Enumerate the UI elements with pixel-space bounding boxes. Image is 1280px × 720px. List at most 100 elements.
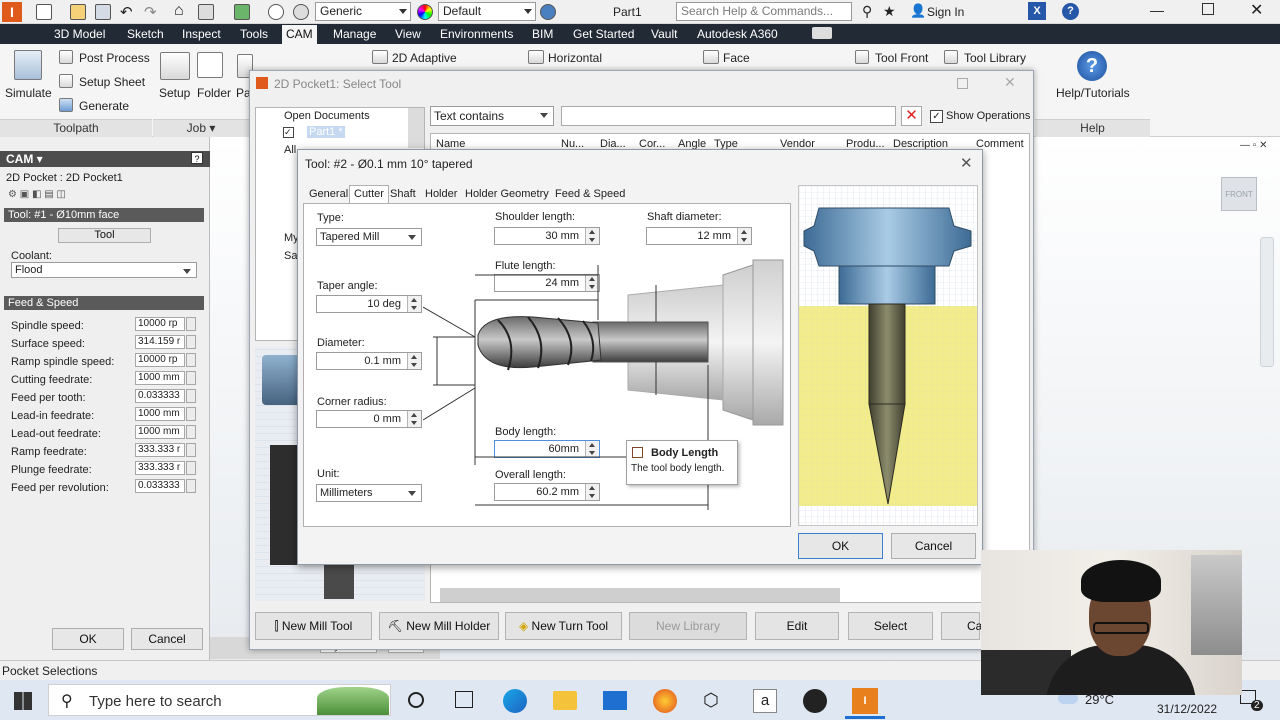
ramp-feedrate-spinner[interactable]	[186, 443, 196, 457]
surface-speed-spinner[interactable]	[186, 335, 196, 349]
open-file-icon[interactable]	[70, 4, 86, 20]
recorder-icon[interactable]	[803, 689, 827, 713]
redo-icon[interactable]: ↷	[144, 3, 157, 21]
inventor-icon[interactable]: I	[852, 688, 878, 714]
taper-angle-spinner[interactable]	[407, 296, 421, 312]
app-logo-icon[interactable]: I	[2, 2, 22, 22]
folder-button[interactable]: Folder	[197, 86, 231, 100]
taskbar-date[interactable]: 31/12/2022	[1157, 702, 1217, 716]
plunge-feedrate-field[interactable]: 333.333 r	[135, 461, 185, 475]
outer-cancel-button[interactable]: Ca	[941, 612, 982, 640]
appearance-combo[interactable]: Generic	[315, 2, 411, 21]
horizontal-scrollbar[interactable]	[440, 588, 840, 602]
new-mill-tool-button[interactable]: ⫿ New Mill Tool	[255, 612, 372, 640]
tab-cutter[interactable]: Cutter	[349, 185, 389, 204]
help-tutorials-button[interactable]: Help/Tutorials	[1056, 86, 1130, 100]
taskbar-search[interactable]: ⚲ Type here to search	[48, 684, 391, 716]
star-icon[interactable]: ★	[883, 3, 896, 20]
tab-feed-speed[interactable]: Feed & Speed	[555, 187, 625, 203]
file-explorer-icon[interactable]	[553, 691, 577, 710]
ramp-feedrate-field[interactable]: 333.333 r	[135, 443, 185, 457]
tab-general[interactable]: General	[309, 187, 348, 203]
edit-button[interactable]: Edit	[755, 612, 839, 640]
globe-icon[interactable]	[293, 4, 309, 20]
ok-button[interactable]: OK	[52, 628, 124, 650]
cutting-feedrate-field[interactable]: 1000 mm	[135, 371, 185, 385]
close-button[interactable]: ✕	[1250, 0, 1263, 20]
cutting-feedrate-spinner[interactable]	[186, 371, 196, 385]
undo-icon[interactable]: ↶	[120, 3, 133, 21]
restore-button[interactable]	[1202, 3, 1214, 15]
tab-bim[interactable]: BIM	[532, 26, 553, 42]
lead-out-spinner[interactable]	[186, 425, 196, 439]
widgets-icon[interactable]	[455, 691, 473, 708]
color-wheel-icon[interactable]	[417, 4, 433, 20]
windows-start-icon[interactable]	[14, 692, 32, 710]
save-icon[interactable]	[95, 4, 111, 20]
shoulder-length-spinner[interactable]	[585, 228, 599, 244]
material-icon[interactable]	[540, 4, 556, 20]
tree-scrollbar[interactable]	[408, 108, 424, 148]
spindle-speed-spinner[interactable]	[186, 317, 196, 331]
outer-close-button[interactable]: ✕	[1004, 74, 1016, 91]
tool-front-button[interactable]: Tool Front	[875, 51, 928, 65]
corner-radius-field[interactable]: 0 mm	[316, 410, 422, 428]
help-icon[interactable]: ?	[1062, 3, 1079, 20]
diameter-field[interactable]: 0.1 mm	[316, 352, 422, 370]
tab-vault[interactable]: Vault	[651, 26, 677, 42]
feed-per-rev-field[interactable]: 0.033333	[135, 479, 185, 493]
corner-radius-spinner[interactable]	[407, 411, 421, 427]
tool-section-header[interactable]: Tool: #1 - Ø10mm face	[4, 208, 204, 222]
exchange-icon[interactable]: X	[1028, 2, 1046, 20]
sign-in-link[interactable]: Sign In	[927, 5, 964, 19]
operation-tabs[interactable]: ⚙ ▣ ◧ ▤ ◫	[8, 189, 128, 201]
panel-help-icon[interactable]: ?	[191, 152, 203, 164]
setup-button[interactable]: Setup	[159, 86, 190, 100]
user-icon[interactable]: 👤	[910, 3, 926, 19]
type-dropdown[interactable]: Tapered Mill	[316, 228, 422, 246]
dropbox-icon[interactable]: ⬡	[703, 690, 727, 712]
edge-icon[interactable]	[503, 689, 527, 713]
canvas-window-controls[interactable]: — ▫ ✕	[1240, 140, 1267, 151]
lead-in-spinner[interactable]	[186, 407, 196, 421]
ramp-spindle-spinner[interactable]	[186, 353, 196, 367]
coolant-dropdown[interactable]: Flood	[11, 262, 197, 278]
update-icon[interactable]	[198, 4, 214, 20]
generate-button[interactable]: Generate	[79, 99, 129, 113]
simulate-button[interactable]: Simulate	[5, 86, 52, 100]
help-search-input[interactable]: Search Help & Commands...	[676, 2, 852, 21]
amazon-icon[interactable]: a	[753, 689, 777, 713]
tab-3d-model[interactable]: 3D Model	[54, 26, 105, 42]
tool-button[interactable]: Tool	[58, 228, 151, 243]
tab-inspect[interactable]: Inspect	[182, 26, 221, 42]
setup-sheet-button[interactable]: Setup Sheet	[79, 75, 145, 89]
tree-open-documents[interactable]: Open Documents	[284, 110, 370, 122]
tree-part1[interactable]: Part1 *	[307, 126, 345, 138]
col-comment[interactable]: Comment	[976, 138, 1024, 150]
minimize-button[interactable]: —	[1150, 2, 1164, 18]
home-icon[interactable]: ⌂	[174, 2, 184, 20]
tab-autodesk-a360[interactable]: Autodesk A360	[697, 26, 778, 42]
lead-in-field[interactable]: 1000 mm	[135, 407, 185, 421]
tool-dialog-close-button[interactable]: ✕	[960, 154, 973, 172]
post-process-button[interactable]: Post Process	[79, 51, 150, 65]
viewcube[interactable]: FRONT	[1221, 177, 1257, 211]
tab-view[interactable]: View	[395, 26, 421, 42]
tab-holder-geometry[interactable]: Holder Geometry	[465, 187, 549, 203]
mail-icon[interactable]	[603, 691, 627, 710]
surface-speed-field[interactable]: 314.159 r	[135, 335, 185, 349]
tool-library-button[interactable]: Tool Library	[964, 51, 1026, 65]
shaft-diameter-spinner[interactable]	[737, 228, 751, 244]
binoculars-icon[interactable]: ⚲	[862, 3, 872, 20]
diameter-spinner[interactable]	[407, 353, 421, 369]
show-operations-checkbox[interactable]: ✓	[930, 110, 943, 123]
taper-angle-field[interactable]: 10 deg	[316, 295, 422, 313]
measure-icon[interactable]	[268, 4, 284, 20]
2d-adaptive-button[interactable]: 2D Adaptive	[392, 51, 457, 65]
cam-menu[interactable]: CAM ▾	[6, 152, 43, 166]
feed-per-tooth-spinner[interactable]	[186, 389, 196, 403]
cancel-button[interactable]: Cancel	[131, 628, 203, 650]
feed-per-rev-spinner[interactable]	[186, 479, 196, 493]
filter-text-input[interactable]	[561, 106, 896, 126]
firefox-icon[interactable]	[653, 689, 677, 713]
